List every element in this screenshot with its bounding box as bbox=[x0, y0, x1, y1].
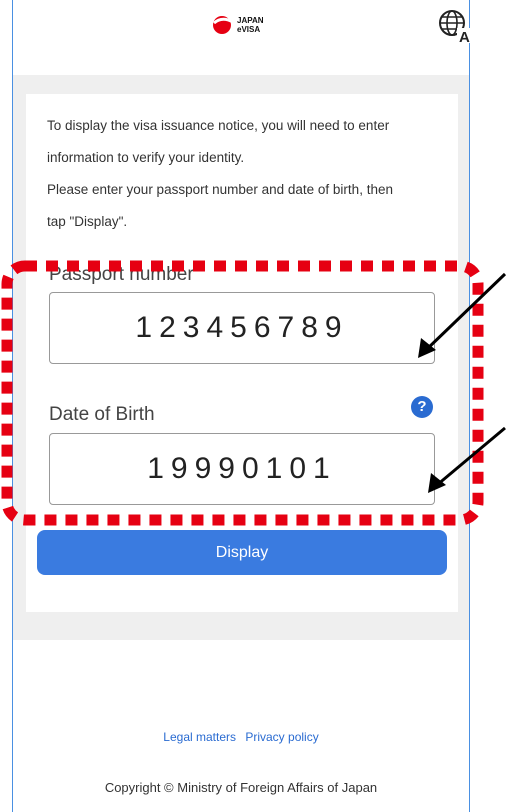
intro-line-2: information to verify your identity. bbox=[47, 150, 245, 165]
passport-number-input[interactable] bbox=[49, 292, 435, 364]
passport-number-label: Passport number bbox=[49, 264, 194, 285]
date-of-birth-input[interactable] bbox=[49, 433, 435, 505]
question-icon[interactable]: ? bbox=[411, 396, 433, 418]
copyright-text: Copyright © Ministry of Foreign Affairs … bbox=[104, 780, 378, 795]
language-button[interactable]: A bbox=[437, 8, 473, 46]
globe-translate-icon: A bbox=[439, 10, 472, 46]
display-button[interactable]: Display bbox=[37, 530, 447, 575]
header: JAPAN eVISA A bbox=[13, 0, 472, 75]
svg-text:A: A bbox=[459, 29, 470, 44]
logo-line-2: eVISA bbox=[237, 25, 261, 34]
legal-matters-link[interactable]: Legal matters bbox=[163, 730, 236, 744]
phone-frame: JAPAN eVISA A To display the visa issuan… bbox=[12, 0, 472, 812]
logo-line-1: JAPAN bbox=[237, 16, 264, 25]
date-of-birth-label: Date of Birth bbox=[49, 404, 155, 425]
privacy-policy-link[interactable]: Privacy policy bbox=[245, 730, 318, 744]
intro-line-3: Please enter your passport number and da… bbox=[47, 182, 393, 197]
intro-text: To display the visa issuance notice, you… bbox=[47, 110, 452, 238]
logo-icon bbox=[213, 16, 234, 34]
intro-line-1: To display the visa issuance notice, you… bbox=[47, 118, 390, 133]
footer-links: Legal matters Privacy policy bbox=[13, 730, 469, 744]
japan-evisa-logo: JAPAN eVISA bbox=[211, 14, 264, 36]
intro-line-4: tap "Display". bbox=[47, 214, 128, 229]
